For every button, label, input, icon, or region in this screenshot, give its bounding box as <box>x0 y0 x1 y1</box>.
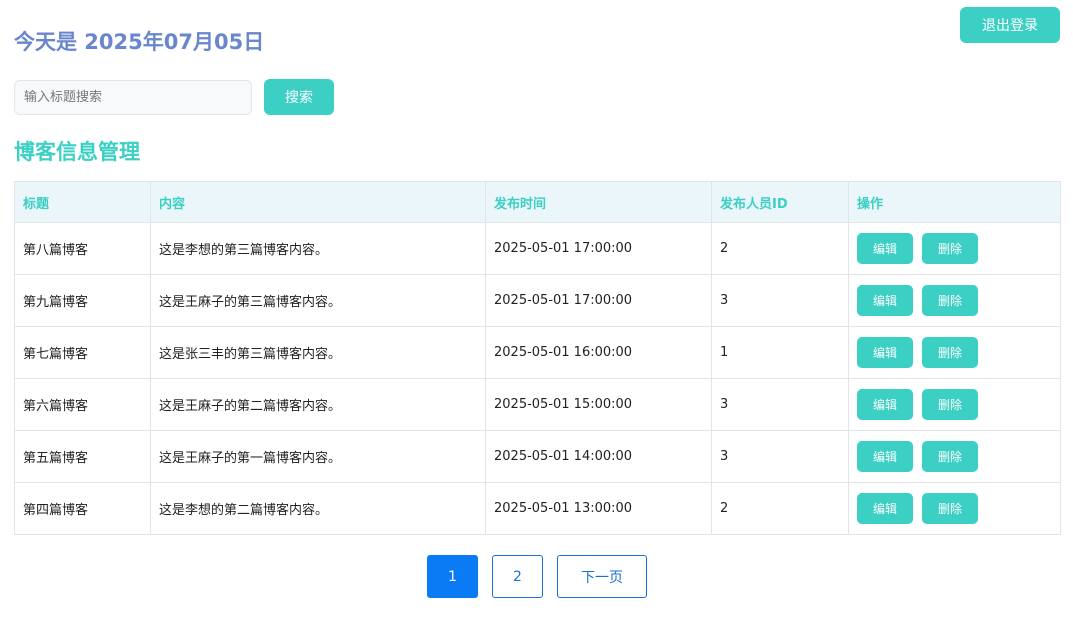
blog-table: 标题 内容 发布时间 发布人员ID 操作 第八篇博客 这是李想的第三篇博客内容。… <box>14 181 1061 535</box>
table-row: 第五篇博客 这是王麻子的第一篇博客内容。 2025-05-01 14:00:00… <box>14 430 1061 483</box>
cell-user-id: 1 <box>711 326 849 379</box>
page-button-1[interactable]: 1 <box>427 555 478 598</box>
cell-title: 第七篇博客 <box>14 326 151 379</box>
cell-time: 2025-05-01 13:00:00 <box>485 482 712 535</box>
column-header-actions: 操作 <box>848 181 1061 223</box>
delete-button[interactable]: 删除 <box>922 337 978 368</box>
cell-content: 这是王麻子的第二篇博客内容。 <box>150 378 486 431</box>
delete-button[interactable]: 删除 <box>922 285 978 316</box>
cell-actions: 编辑 删除 <box>848 482 1061 535</box>
edit-button[interactable]: 编辑 <box>857 441 913 472</box>
cell-user-id: 3 <box>711 274 849 327</box>
column-header-title: 标题 <box>14 181 151 223</box>
delete-button[interactable]: 删除 <box>922 233 978 264</box>
cell-title: 第四篇博客 <box>14 482 151 535</box>
cell-user-id: 2 <box>711 222 849 275</box>
section-title: 博客信息管理 <box>14 140 140 164</box>
next-page-button[interactable]: 下一页 <box>557 555 647 598</box>
column-header-time: 发布时间 <box>485 181 712 223</box>
cell-content: 这是李想的第二篇博客内容。 <box>150 482 486 535</box>
delete-button[interactable]: 删除 <box>922 441 978 472</box>
edit-button[interactable]: 编辑 <box>857 337 913 368</box>
column-header-user-id: 发布人员ID <box>711 181 849 223</box>
edit-button[interactable]: 编辑 <box>857 233 913 264</box>
delete-button[interactable]: 删除 <box>922 389 978 420</box>
cell-title: 第五篇博客 <box>14 430 151 483</box>
cell-actions: 编辑 删除 <box>848 378 1061 431</box>
cell-content: 这是李想的第三篇博客内容。 <box>150 222 486 275</box>
cell-user-id: 3 <box>711 430 849 483</box>
table-row: 第六篇博客 这是王麻子的第二篇博客内容。 2025-05-01 15:00:00… <box>14 378 1061 431</box>
cell-time: 2025-05-01 17:00:00 <box>485 274 712 327</box>
table-row: 第四篇博客 这是李想的第二篇博客内容。 2025-05-01 13:00:00 … <box>14 482 1061 535</box>
cell-time: 2025-05-01 14:00:00 <box>485 430 712 483</box>
cell-actions: 编辑 删除 <box>848 430 1061 483</box>
cell-time: 2025-05-01 15:00:00 <box>485 378 712 431</box>
edit-button[interactable]: 编辑 <box>857 389 913 420</box>
date-header: 今天是 2025年07月05日 <box>14 30 265 54</box>
page-button-2[interactable]: 2 <box>492 555 543 598</box>
search-input[interactable] <box>14 80 252 115</box>
cell-content: 这是王麻子的第三篇博客内容。 <box>150 274 486 327</box>
cell-content: 这是张三丰的第三篇博客内容。 <box>150 326 486 379</box>
logout-button[interactable]: 退出登录 <box>960 7 1060 43</box>
column-header-content: 内容 <box>150 181 486 223</box>
search-button[interactable]: 搜索 <box>264 79 334 115</box>
table-row: 第八篇博客 这是李想的第三篇博客内容。 2025-05-01 17:00:00 … <box>14 222 1061 275</box>
table-row: 第九篇博客 这是王麻子的第三篇博客内容。 2025-05-01 17:00:00… <box>14 274 1061 327</box>
cell-time: 2025-05-01 16:00:00 <box>485 326 712 379</box>
cell-actions: 编辑 删除 <box>848 274 1061 327</box>
cell-user-id: 2 <box>711 482 849 535</box>
edit-button[interactable]: 编辑 <box>857 493 913 524</box>
cell-title: 第九篇博客 <box>14 274 151 327</box>
table-row: 第七篇博客 这是张三丰的第三篇博客内容。 2025-05-01 16:00:00… <box>14 326 1061 379</box>
cell-content: 这是王麻子的第一篇博客内容。 <box>150 430 486 483</box>
cell-user-id: 3 <box>711 378 849 431</box>
cell-time: 2025-05-01 17:00:00 <box>485 222 712 275</box>
table-header-row: 标题 内容 发布时间 发布人员ID 操作 <box>14 181 1061 223</box>
cell-title: 第六篇博客 <box>14 378 151 431</box>
edit-button[interactable]: 编辑 <box>857 285 913 316</box>
delete-button[interactable]: 删除 <box>922 493 978 524</box>
cell-title: 第八篇博客 <box>14 222 151 275</box>
cell-actions: 编辑 删除 <box>848 222 1061 275</box>
cell-actions: 编辑 删除 <box>848 326 1061 379</box>
